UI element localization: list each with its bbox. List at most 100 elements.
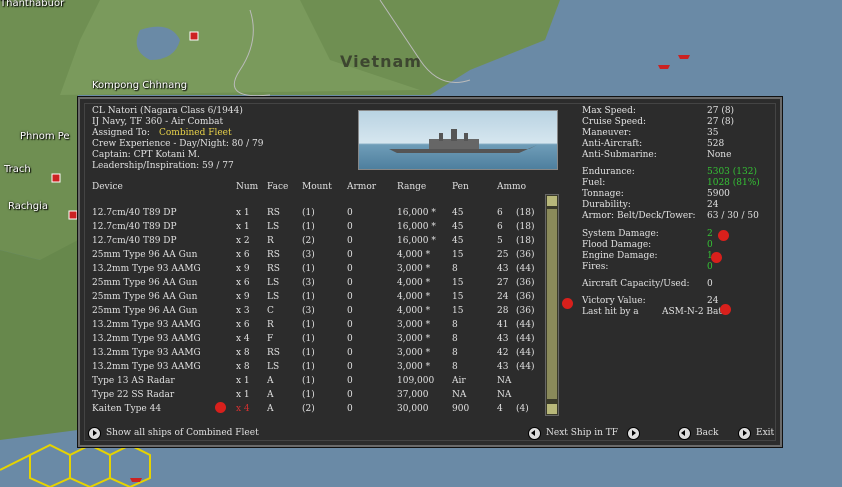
table-cell: A (267, 376, 274, 386)
table-cell: 16,000 * (397, 222, 436, 232)
table-cell: x 8 (236, 348, 250, 358)
table-cell: 5 (497, 236, 503, 246)
table-cell: (1) (302, 334, 315, 344)
stat-label: Fuel: (582, 178, 606, 188)
table-cell: 13.2mm Type 93 AAMG (92, 264, 201, 274)
stat-label: Last hit by a (582, 307, 639, 317)
ship-unit: IJ Navy, TF 360 - Air Combat (92, 117, 224, 127)
table-cell: x 9 (236, 292, 250, 302)
table-cell: 0 (347, 222, 353, 232)
table-cell: 45 (452, 208, 464, 218)
table-cell: 45 (452, 222, 464, 232)
table-cell: 45 (452, 236, 464, 246)
table-cell: 12.7cm/40 T89 DP (92, 236, 177, 246)
table-cell: (1) (302, 376, 315, 386)
table-cell: (3) (302, 306, 315, 316)
table-cell: (2) (302, 404, 315, 414)
table-cell: 25 (497, 250, 509, 260)
table-cell: (44) (516, 320, 535, 330)
table-cell: R (267, 320, 274, 330)
table-cell: 41 (497, 320, 509, 330)
map-place-label: Kompong Chhnang (92, 80, 188, 91)
column-header[interactable]: Mount (302, 182, 332, 192)
stat-label: Anti-Aircraft: (582, 139, 643, 149)
table-cell: 0 (347, 390, 353, 400)
table-cell: C (267, 306, 274, 316)
stat-label: Cruise Speed: (582, 117, 647, 127)
stat-value: 1028 (81%) (707, 178, 760, 188)
table-cell: LS (267, 362, 280, 372)
prev-ship-icon[interactable] (528, 427, 541, 440)
stat-label: Fires: (582, 262, 609, 272)
victory-indicator-icon (562, 298, 573, 309)
table-cell: x 9 (236, 264, 250, 274)
stat-value: 35 (707, 128, 719, 138)
table-cell: x 4 (236, 334, 250, 344)
exit-button[interactable]: Exit (756, 428, 774, 438)
table-cell: (18) (516, 208, 535, 218)
table-cell: (1) (302, 208, 315, 218)
next-ship-icon[interactable] (627, 427, 640, 440)
column-header[interactable]: Ammo (497, 182, 526, 192)
table-cell: 3,000 * (397, 362, 431, 372)
column-header[interactable]: Face (267, 182, 288, 192)
scroll-down-arrow-icon[interactable] (547, 404, 557, 414)
exit-icon[interactable] (738, 427, 751, 440)
table-cell: 25mm Type 96 AA Gun (92, 250, 198, 260)
table-cell: A (267, 390, 274, 400)
damage-indicator-icon (711, 252, 722, 263)
table-cell: 3,000 * (397, 334, 431, 344)
column-header[interactable]: Range (397, 182, 426, 192)
back-button[interactable]: Back (696, 428, 718, 438)
table-cell: RS (267, 264, 280, 274)
assigned-link[interactable]: Combined Fleet (159, 128, 232, 138)
show-all-ships-icon[interactable] (88, 427, 101, 440)
table-cell: (18) (516, 236, 535, 246)
table-cell: 0 (347, 320, 353, 330)
column-header[interactable]: Num (236, 182, 258, 192)
table-cell: 43 (497, 362, 509, 372)
table-cell: Type 13 AS Radar (92, 376, 175, 386)
table-cell: 16,000 * (397, 236, 436, 246)
stat-label: Max Speed: (582, 106, 636, 116)
table-cell: (44) (516, 264, 535, 274)
table-cell: 0 (347, 404, 353, 414)
table-cell: NA (497, 376, 512, 386)
device-list-scrollbar[interactable] (545, 194, 559, 416)
table-cell: x 1 (236, 222, 250, 232)
table-cell: (1) (302, 320, 315, 330)
stat-value: 24 (707, 296, 719, 306)
table-cell: 4,000 * (397, 250, 431, 260)
table-cell: x 6 (236, 250, 250, 260)
column-header[interactable]: Device (92, 182, 123, 192)
table-cell: 25mm Type 96 AA Gun (92, 306, 198, 316)
table-cell: 37,000 (397, 390, 429, 400)
show-all-ships-button[interactable]: Show all ships of Combined Fleet (106, 428, 259, 438)
table-cell: 109,000 (397, 376, 435, 386)
table-cell: LS (267, 292, 280, 302)
table-cell: x 4 (236, 404, 250, 414)
map-place-label: Rachgia (8, 201, 48, 212)
table-cell: 12.7cm/40 T89 DP (92, 208, 177, 218)
table-cell: 8 (452, 334, 458, 344)
table-cell: 8 (452, 320, 458, 330)
table-cell: 3,000 * (397, 264, 431, 274)
stat-label: Endurance: (582, 167, 635, 177)
stat-label: Anti-Submarine: (582, 150, 657, 160)
stat-label: Durability: (582, 200, 631, 210)
stat-label: Flood Damage: (582, 240, 652, 250)
table-cell: 0 (347, 306, 353, 316)
captain[interactable]: Captain: CPT Kotani M. (92, 150, 200, 160)
table-cell: 6 (497, 222, 503, 232)
column-header[interactable]: Pen (452, 182, 469, 192)
column-header[interactable]: Armor (347, 182, 376, 192)
device-status-icon (215, 402, 226, 413)
scroll-thumb[interactable] (547, 209, 557, 399)
scroll-up-arrow-icon[interactable] (547, 196, 557, 206)
table-cell: 0 (347, 348, 353, 358)
table-cell: F (267, 334, 274, 344)
back-icon[interactable] (678, 427, 691, 440)
table-cell: LS (267, 222, 280, 232)
stat-value: 24 (707, 200, 719, 210)
ship-image (358, 110, 558, 170)
